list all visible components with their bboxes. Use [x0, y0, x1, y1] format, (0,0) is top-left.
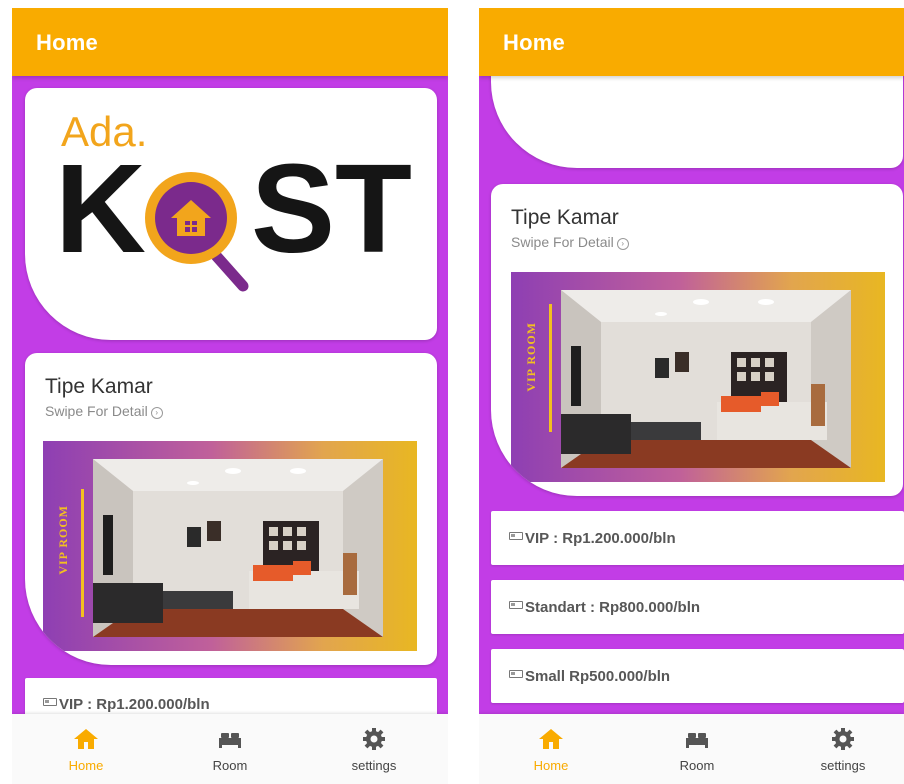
price-item-text: VIP : Rp1.200.000/bln — [43, 696, 210, 713]
bed-icon — [509, 532, 523, 540]
bed-icon — [684, 728, 710, 750]
nav-settings[interactable]: settings — [324, 714, 424, 784]
home-icon — [538, 728, 564, 750]
price-item-standart[interactable]: Standart : Rp800.000/bln — [491, 580, 904, 634]
phone-screen-left: Home Ada. K ST Tipe Kamar Swipe For Deta… — [12, 8, 448, 784]
swipe-hint-label: Swipe For Detail — [511, 234, 614, 250]
nav-home[interactable]: Home — [36, 714, 136, 784]
nav-settings-label: settings — [351, 758, 397, 773]
room-photo — [43, 441, 417, 651]
app-bar: Home — [479, 8, 904, 76]
swipe-hint-label: Swipe For Detail — [45, 403, 148, 419]
bed-icon — [217, 728, 243, 750]
room-type-title: Tipe Kamar — [45, 375, 153, 398]
price-item-text: Standart : Rp800.000/bln — [509, 599, 700, 616]
price-label: Standart : Rp800.000/bln — [525, 599, 701, 616]
nav-room[interactable]: Room — [647, 714, 747, 784]
nav-room[interactable]: Room — [180, 714, 280, 784]
banner-accent-line — [81, 489, 84, 617]
phone-screen-right: Home Tipe Kamar Swipe For Detail › VIP R… — [479, 8, 904, 784]
swipe-hint: Swipe For Detail › — [45, 403, 163, 419]
nav-home-label: Home — [533, 758, 569, 773]
price-item-small[interactable]: Small Rp500.000/bln — [491, 649, 904, 703]
room-type-title: Tipe Kamar — [511, 206, 619, 229]
nav-room-label: Room — [679, 758, 715, 773]
bottom-navigation: Home Room settings — [479, 714, 904, 784]
bed-icon — [509, 670, 523, 678]
vip-room-label: VIP ROOM — [524, 322, 538, 392]
price-label: VIP : Rp1.200.000/bln — [525, 530, 676, 547]
arrow-circle-icon: › — [616, 238, 629, 250]
app-bar: Home — [12, 8, 448, 76]
room-image-carousel[interactable]: VIP ROOM — [43, 441, 417, 651]
app-bar-title: Home — [36, 30, 98, 55]
room-photo — [511, 272, 885, 482]
swipe-hint: Swipe For Detail › — [511, 234, 629, 250]
price-item-text: Small Rp500.000/bln — [509, 668, 670, 685]
nav-home[interactable]: Home — [501, 714, 601, 784]
nav-room-label: Room — [212, 758, 248, 773]
logo-card: Ada. K ST — [25, 88, 437, 340]
bottom-navigation: Home Room settings — [12, 714, 448, 784]
logo-st-letters: ST — [251, 138, 413, 279]
nav-home-label: Home — [68, 758, 104, 773]
room-image-carousel[interactable]: VIP ROOM — [511, 272, 885, 482]
vip-room-label: VIP ROOM — [56, 505, 70, 575]
home-icon — [73, 728, 99, 750]
nav-settings[interactable]: settings — [793, 714, 893, 784]
price-label: VIP : Rp1.200.000/bln — [59, 696, 210, 713]
app-bar-title: Home — [503, 30, 565, 55]
nav-settings-label: settings — [820, 758, 866, 773]
room-type-card: Tipe Kamar Swipe For Detail › VIP ROOM — [491, 184, 903, 496]
gear-icon — [361, 728, 387, 750]
price-label: Small Rp500.000/bln — [525, 668, 671, 685]
logo-k-letter: K — [55, 138, 146, 279]
room-type-card: Tipe Kamar Swipe For Detail › VIP ROOM — [25, 353, 437, 665]
search-house-icon — [139, 168, 249, 298]
arrow-circle-icon: › — [150, 407, 163, 419]
banner-accent-line — [549, 304, 552, 432]
bed-icon — [43, 698, 57, 706]
bed-icon — [509, 601, 523, 609]
price-item-text: VIP : Rp1.200.000/bln — [509, 530, 676, 547]
price-item-vip[interactable]: VIP : Rp1.200.000/bln — [491, 511, 904, 565]
gear-icon — [830, 728, 856, 750]
